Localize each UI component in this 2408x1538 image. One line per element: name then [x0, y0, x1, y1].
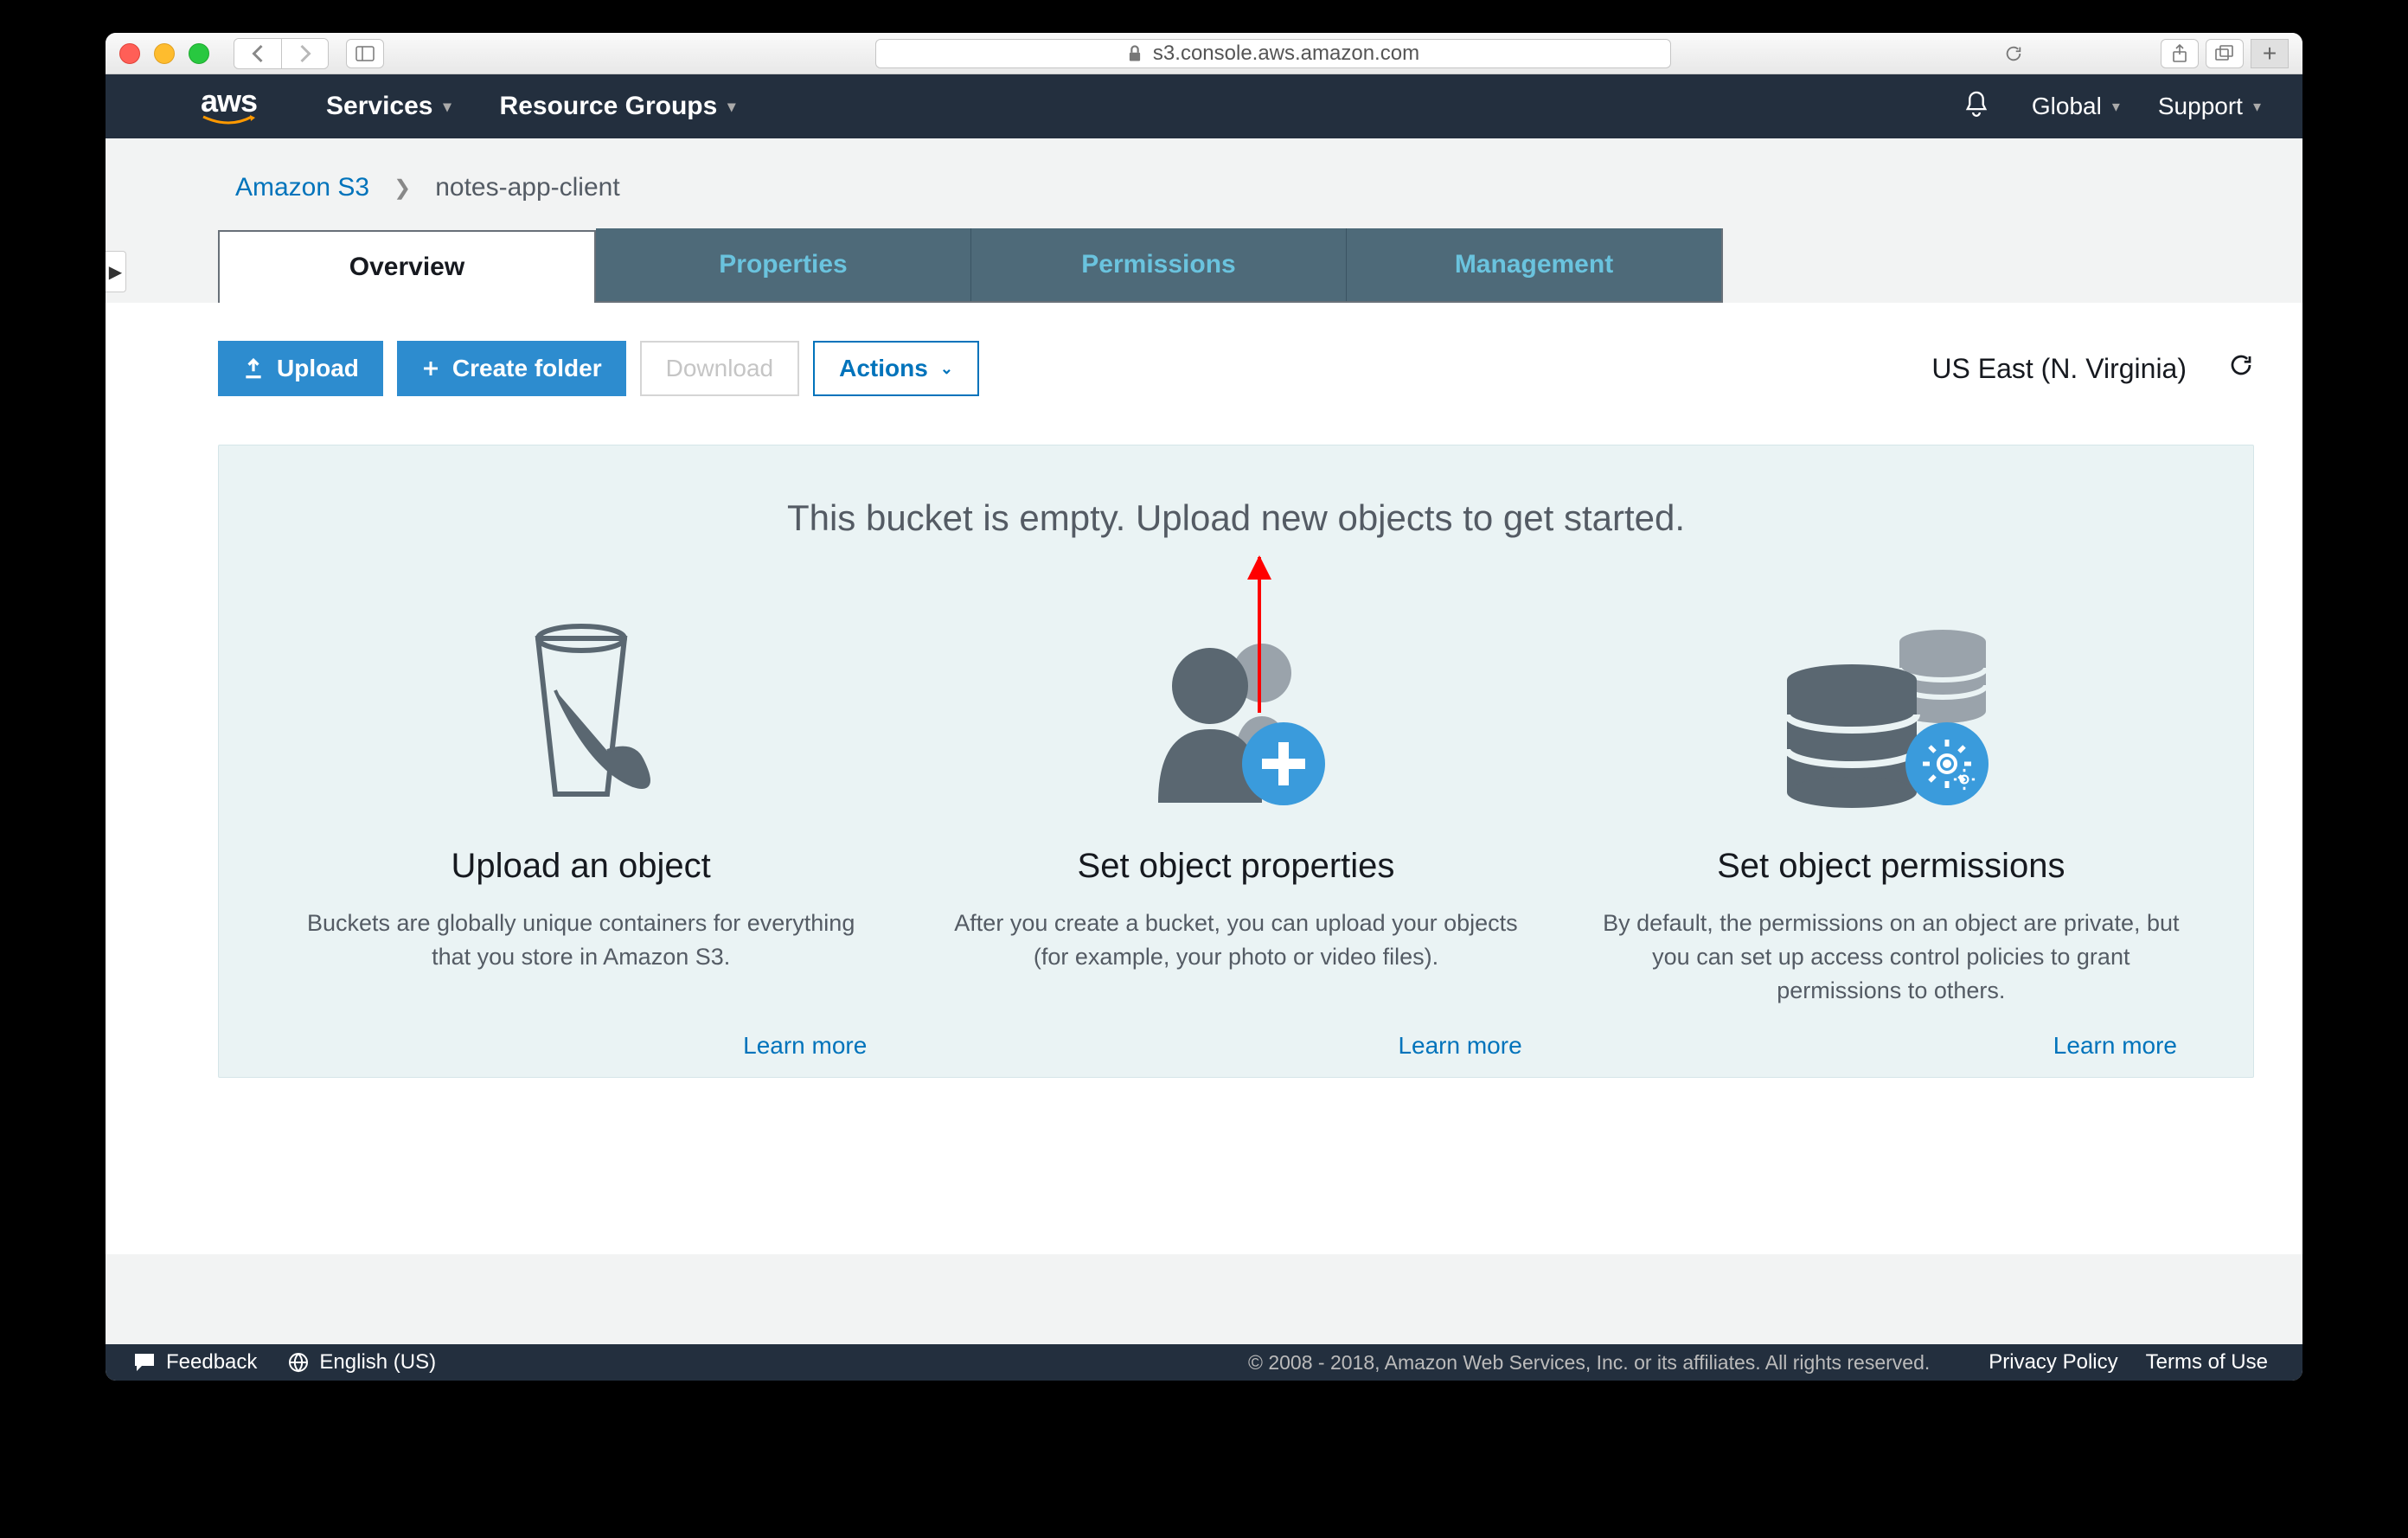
notifications-button[interactable]: [1963, 89, 1990, 125]
card-desc: By default, the permissions on an object…: [1581, 907, 2201, 1008]
card-title: Set object properties: [1078, 847, 1395, 886]
card-object-properties: Set object properties After you create a…: [925, 608, 1546, 1060]
sidebar-toggle-button[interactable]: [346, 39, 384, 68]
speech-bubble-icon: [133, 1352, 156, 1373]
nav-buttons: [234, 38, 329, 69]
actions-label: Actions: [839, 355, 928, 382]
users-add-icon: [1115, 608, 1357, 824]
footer: Feedback English (US) © 2008 - 2018, Ama…: [106, 1344, 2302, 1381]
window-controls: [119, 43, 209, 64]
tabs: Overview Properties Permissions Manageme…: [218, 228, 1723, 303]
tabs-button[interactable]: [2206, 39, 2244, 68]
new-tab-button[interactable]: +: [2251, 39, 2289, 68]
create-folder-button[interactable]: Create folder: [397, 341, 626, 396]
close-window-button[interactable]: [119, 43, 140, 64]
resource-groups-label: Resource Groups: [500, 92, 718, 121]
back-button[interactable]: [234, 39, 281, 68]
side-panel-toggle[interactable]: ▶: [106, 251, 126, 292]
card-desc: Buckets are globally unique containers f…: [271, 907, 891, 974]
upload-icon: [242, 358, 265, 379]
resource-groups-menu[interactable]: Resource Groups ▾: [500, 92, 736, 121]
tab-properties[interactable]: Properties: [596, 228, 971, 301]
tab-permissions[interactable]: Permissions: [971, 228, 1347, 301]
card-title: Set object permissions: [1717, 847, 2065, 886]
breadcrumb-bucket: notes-app-client: [435, 173, 619, 202]
privacy-link[interactable]: Privacy Policy: [1989, 1350, 2117, 1375]
feedback-label: Feedback: [166, 1350, 257, 1375]
download-button[interactable]: Download: [640, 341, 800, 396]
caret-down-icon: ▾: [2112, 98, 2120, 116]
minimize-window-button[interactable]: [154, 43, 175, 64]
learn-more-link[interactable]: Learn more: [743, 1008, 891, 1060]
breadcrumb-root[interactable]: Amazon S3: [235, 173, 369, 202]
plus-icon: [421, 359, 440, 378]
url-text: s3.console.aws.amazon.com: [1153, 42, 1419, 66]
aws-smile-icon: [202, 115, 257, 125]
globe-icon: [288, 1352, 309, 1373]
feedback-button[interactable]: Feedback: [133, 1350, 257, 1375]
reload-button[interactable]: [1995, 39, 2033, 68]
language-menu[interactable]: English (US): [288, 1350, 436, 1375]
card-upload-object: Upload an object Buckets are globally un…: [271, 608, 891, 1060]
upload-button[interactable]: Upload: [218, 341, 383, 396]
chevron-right-icon: ❯: [394, 176, 411, 201]
terms-link[interactable]: Terms of Use: [2146, 1350, 2268, 1375]
support-menu[interactable]: Support ▾: [2158, 93, 2261, 120]
maximize-window-button[interactable]: [189, 43, 209, 64]
share-button[interactable]: [2161, 39, 2199, 68]
aws-logo[interactable]: aws: [201, 87, 257, 125]
info-cards: Upload an object Buckets are globally un…: [271, 608, 2201, 1060]
empty-headline: This bucket is empty. Upload new objects…: [271, 497, 2201, 539]
services-menu[interactable]: Services ▾: [326, 92, 452, 121]
caret-down-icon: ▾: [444, 98, 452, 116]
upload-label: Upload: [277, 355, 359, 382]
copyright-text: © 2008 - 2018, Amazon Web Services, Inc.…: [1248, 1351, 1930, 1375]
services-label: Services: [326, 92, 432, 121]
card-title: Upload an object: [452, 847, 711, 886]
caret-down-icon: ▾: [2253, 98, 2261, 116]
caret-down-icon: ⌄: [940, 360, 953, 378]
page-body: ▶ Amazon S3 ❯ notes-app-client Overview …: [106, 138, 2302, 1344]
browser-actions: +: [2161, 39, 2289, 68]
aws-top-nav: aws Services ▾ Resource Groups ▾ Global …: [106, 74, 2302, 138]
learn-more-link[interactable]: Learn more: [1398, 1008, 1546, 1060]
refresh-button[interactable]: [2228, 352, 2254, 385]
learn-more-link[interactable]: Learn more: [2053, 1008, 2201, 1060]
database-gear-icon: [1761, 608, 2021, 824]
tab-overview[interactable]: Overview: [218, 230, 596, 303]
address-bar[interactable]: s3.console.aws.amazon.com: [875, 39, 1671, 68]
bucket-icon: [460, 608, 702, 824]
region-label: Global: [2032, 93, 2102, 120]
create-folder-label: Create folder: [452, 355, 602, 382]
bucket-region-label: US East (N. Virginia): [1931, 353, 2187, 385]
annotation-arrow: [1258, 557, 1261, 713]
empty-state-panel: This bucket is empty. Upload new objects…: [218, 445, 2254, 1078]
lock-icon: [1127, 44, 1143, 63]
toolbar: Upload Create folder Download Actions ⌄ …: [218, 341, 2254, 396]
language-label: English (US): [319, 1350, 436, 1375]
actions-menu[interactable]: Actions ⌄: [813, 341, 979, 396]
forward-button[interactable]: [281, 39, 328, 68]
browser-window: s3.console.aws.amazon.com + aws Services…: [106, 33, 2302, 1381]
tab-content: Upload Create folder Download Actions ⌄ …: [106, 303, 2302, 1254]
browser-titlebar: s3.console.aws.amazon.com +: [106, 33, 2302, 74]
support-label: Support: [2158, 93, 2243, 120]
card-desc: After you create a bucket, you can uploa…: [925, 907, 1546, 974]
tab-management[interactable]: Management: [1347, 228, 1723, 301]
region-menu[interactable]: Global ▾: [2032, 93, 2120, 120]
card-object-permissions: Set object permissions By default, the p…: [1581, 608, 2201, 1060]
breadcrumb: Amazon S3 ❯ notes-app-client: [106, 138, 2302, 228]
caret-down-icon: ▾: [727, 98, 735, 116]
